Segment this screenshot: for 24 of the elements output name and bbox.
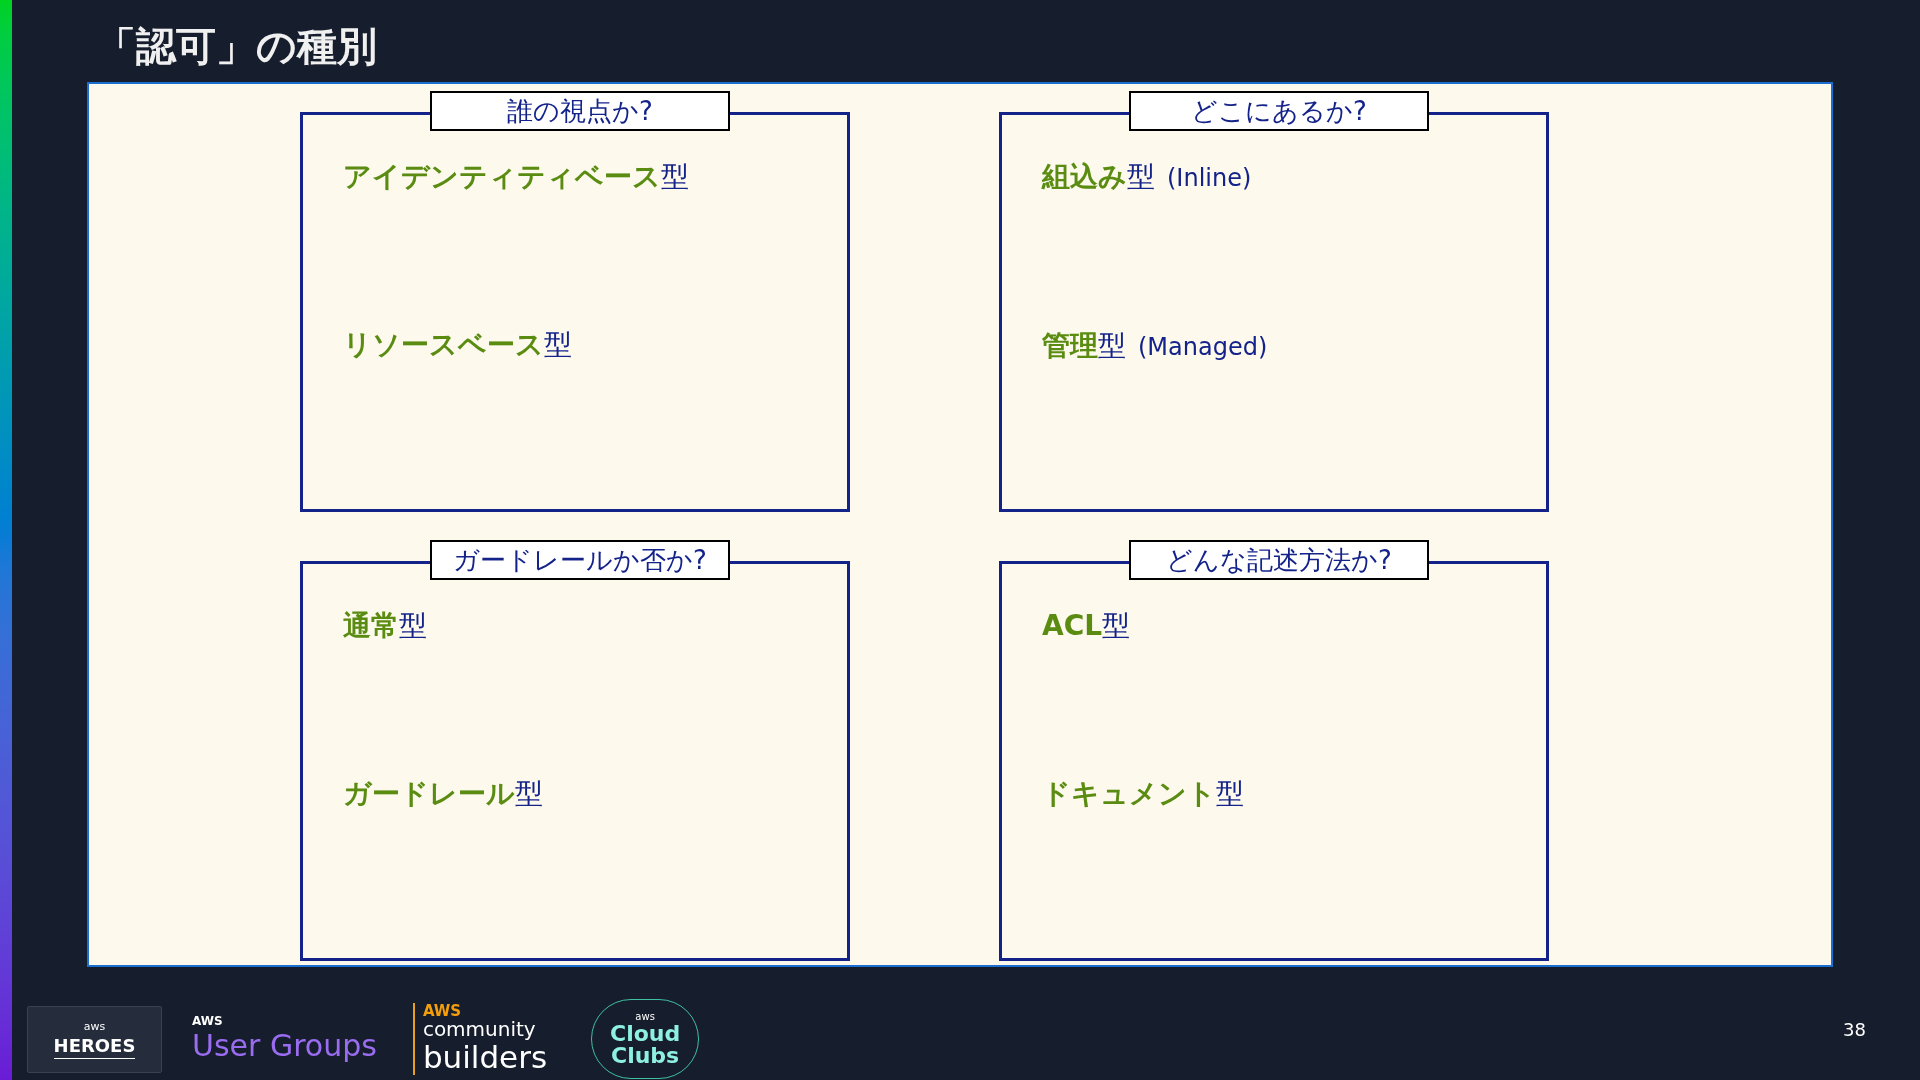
logo-text: HEROES [53, 1033, 136, 1059]
slide-title: 「認可」の種別 [96, 22, 378, 71]
frame-heading: ガードレールか否か? [430, 540, 730, 580]
logo-text: builders [422, 1039, 548, 1075]
category-label: 組込み型 (Inline) [1042, 159, 1253, 195]
page-number: 38 [1843, 1018, 1866, 1042]
logo-text: AWS [422, 1003, 463, 1019]
logo-text: aws [83, 1019, 106, 1034]
frame-heading: どこにあるか? [1129, 91, 1429, 131]
logo-text: aws [635, 1011, 655, 1023]
frame-heading: 誰の視点か? [430, 91, 730, 131]
category-label: 管理型 (Managed) [1042, 328, 1269, 364]
category-label: リソースベース型 [343, 327, 573, 363]
frame-heading: どんな記述方法か? [1129, 540, 1429, 580]
logo-text: Cloud [610, 1023, 681, 1045]
logo-text: User Groups [192, 1028, 377, 1064]
category-label: ACL型 [1042, 608, 1132, 644]
logo-text: AWS [192, 1014, 224, 1028]
logo-text: Clubs [611, 1045, 680, 1067]
category-label: ガードレール型 [343, 776, 544, 812]
category-label: アイデンティティベース型 [343, 159, 690, 195]
category-label: ドキュメント 型 [1042, 776, 1245, 812]
category-label: 通常型 [343, 608, 428, 644]
logo-text: community [422, 1019, 537, 1039]
